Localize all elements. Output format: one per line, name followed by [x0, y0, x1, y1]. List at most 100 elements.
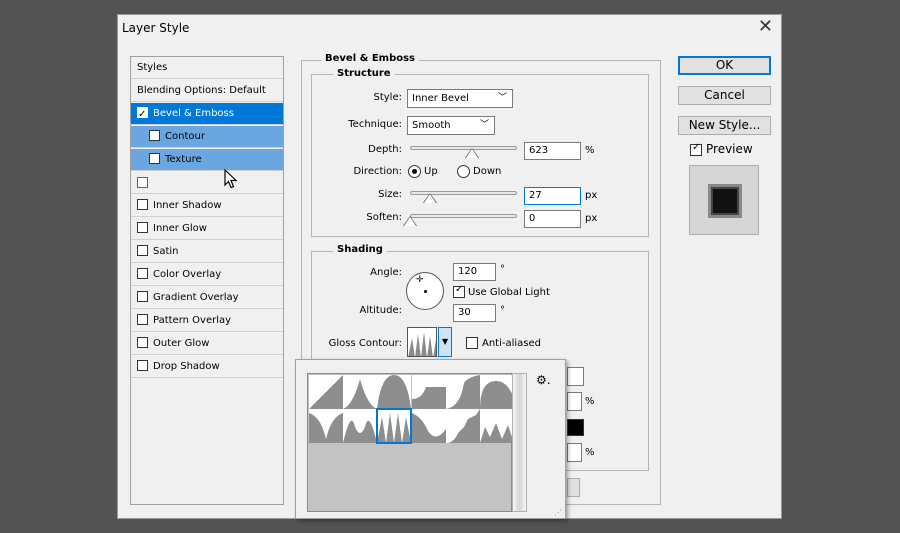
caret-down-icon: ▼: [442, 337, 449, 346]
style-item[interactable]: Pattern Overlay: [131, 310, 283, 332]
contour-thumbnail[interactable]: [377, 375, 412, 409]
gloss-contour-preview[interactable]: [407, 327, 437, 357]
depth-input[interactable]: 623: [524, 142, 581, 160]
style-item-checkbox[interactable]: [137, 104, 148, 126]
style-item[interactable]: Texture: [131, 149, 283, 171]
gear-icon[interactable]: ⚙.: [536, 373, 551, 387]
size-slider-handle[interactable]: [423, 193, 437, 203]
contour-thumbnail[interactable]: [480, 409, 514, 443]
technique-label: Technique:: [348, 119, 402, 130]
depth-slider[interactable]: [410, 146, 517, 150]
contour-thumbnail[interactable]: [445, 409, 480, 443]
style-item[interactable]: Inner Glow: [131, 218, 283, 240]
use-global-light-checkbox[interactable]: [453, 284, 465, 298]
altitude-label: Altitude:: [359, 305, 402, 316]
cancel-button[interactable]: Cancel: [678, 86, 771, 105]
style-item-checkbox[interactable]: [137, 336, 148, 348]
style-item[interactable]: Color Overlay: [131, 264, 283, 286]
size-input[interactable]: 27: [524, 187, 581, 205]
style-item-checkbox[interactable]: [137, 244, 148, 256]
style-select-value: Inner Bevel: [412, 93, 469, 104]
direction-down-radio[interactable]: [457, 165, 470, 178]
altitude-input[interactable]: 30: [453, 304, 496, 322]
contour-thumbnail[interactable]: [480, 375, 514, 409]
altitude-unit: °: [500, 305, 505, 316]
contour-picker-popup: ⚙. ⋰: [295, 359, 566, 519]
technique-select-value: Smooth: [412, 120, 451, 131]
depth-slider-handle[interactable]: [465, 148, 479, 158]
style-item-label: Contour: [165, 131, 205, 142]
angle-dial[interactable]: ✛: [406, 272, 444, 310]
styles-header[interactable]: Styles: [131, 57, 283, 79]
soften-slider-handle[interactable]: [403, 216, 417, 226]
style-item-label: Texture: [165, 154, 202, 165]
style-item-label: Pattern Overlay: [153, 315, 232, 326]
style-item[interactable]: Blending Options: Default: [131, 80, 283, 102]
size-label: Size:: [378, 189, 402, 200]
soften-slider[interactable]: [410, 214, 517, 218]
styles-list: Styles Blending Options: Default Bevel & …: [130, 56, 284, 505]
slider-thumb-face: [466, 149, 478, 158]
contour-thumbnail[interactable]: [343, 409, 378, 443]
soften-input[interactable]: 0: [524, 210, 581, 228]
contour-thumbnail[interactable]: [309, 375, 343, 409]
close-icon[interactable]: ✕: [758, 16, 773, 37]
preview-checkbox[interactable]: [690, 142, 702, 156]
style-select[interactable]: Inner Bevel ﹀: [407, 89, 513, 108]
style-label: Style:: [373, 92, 403, 103]
slider-thumb-face: [424, 194, 436, 203]
highlight-opacity-input[interactable]: [567, 392, 582, 411]
style-item-checkbox[interactable]: [149, 152, 160, 164]
highlight-opacity-unit: %: [585, 396, 595, 407]
angle-label: Angle:: [370, 267, 402, 278]
style-item-checkbox[interactable]: [137, 267, 148, 279]
style-item-checkbox[interactable]: [137, 198, 148, 210]
direction-label: Direction:: [353, 166, 402, 177]
style-item[interactable]: Satin: [131, 241, 283, 263]
contour-thumbnail[interactable]: [445, 375, 480, 409]
style-item-checkbox[interactable]: [137, 221, 148, 233]
direction-down-label: Down: [473, 166, 502, 177]
contour-thumbnail[interactable]: [343, 375, 378, 409]
style-item[interactable]: Bevel & Emboss: [131, 103, 283, 126]
style-item[interactable]: [131, 172, 283, 194]
style-item[interactable]: Gradient Overlay: [131, 287, 283, 309]
preview-thumbnail: [689, 165, 759, 235]
depth-label: Depth:: [368, 144, 402, 155]
soften-unit: px: [585, 213, 598, 224]
style-item-label: Outer Glow: [153, 338, 210, 349]
contour-thumbnail[interactable]: [411, 375, 446, 409]
gloss-contour-label: Gloss Contour:: [328, 338, 402, 349]
popup-scrollbar[interactable]: [512, 373, 527, 512]
shadow-opacity-input[interactable]: [567, 443, 582, 462]
technique-select[interactable]: Smooth ﹀: [407, 116, 495, 135]
contour-thumbnail[interactable]: [376, 408, 413, 444]
gloss-contour-dropdown[interactable]: ▼: [438, 327, 452, 357]
style-item-label: Inner Shadow: [153, 200, 222, 211]
style-item[interactable]: Drop Shadow: [131, 356, 283, 378]
angle-input[interactable]: 120: [453, 263, 496, 281]
style-item-checkbox[interactable]: [137, 313, 148, 325]
size-unit: px: [585, 190, 598, 201]
contour-thumbnail[interactable]: [309, 409, 343, 443]
style-item-checkbox[interactable]: [149, 129, 160, 141]
mouse-cursor-icon: [224, 168, 238, 192]
style-item-label: Inner Glow: [153, 223, 207, 234]
crosshair-icon: ✛: [416, 275, 424, 285]
highlight-color-field[interactable]: [567, 367, 584, 386]
style-item-checkbox[interactable]: [137, 290, 148, 302]
new-style-button[interactable]: New Style...: [678, 116, 771, 135]
shadow-color-swatch[interactable]: [567, 419, 584, 436]
resize-grip-icon[interactable]: ⋰: [554, 508, 562, 517]
anti-aliased-checkbox[interactable]: [466, 337, 478, 349]
make-default-button[interactable]: [567, 478, 580, 497]
contour-thumbnail[interactable]: [411, 409, 446, 443]
preview-label: Preview: [706, 142, 753, 156]
style-item-checkbox[interactable]: [137, 176, 148, 188]
style-item[interactable]: Inner Shadow: [131, 195, 283, 217]
style-item-checkbox[interactable]: [137, 359, 148, 371]
style-item[interactable]: Outer Glow: [131, 333, 283, 355]
ok-button[interactable]: OK: [678, 56, 771, 75]
style-item[interactable]: Contour: [131, 126, 283, 148]
direction-up-radio[interactable]: [408, 165, 421, 178]
